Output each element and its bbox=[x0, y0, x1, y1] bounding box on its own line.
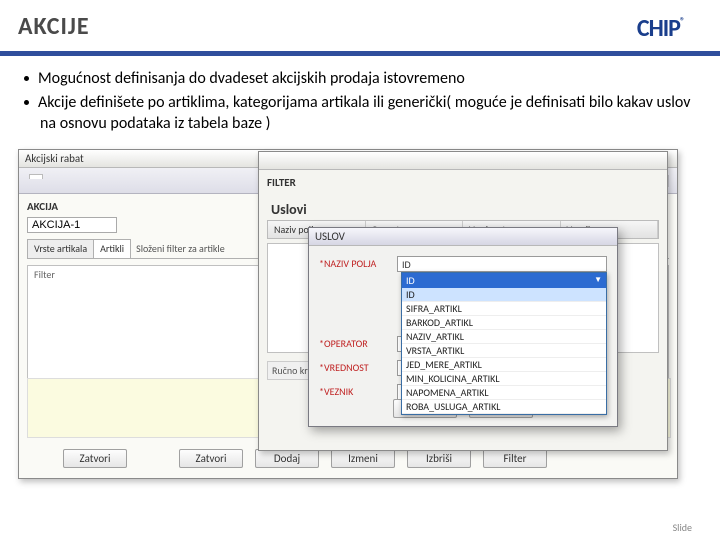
chevron-down-icon: ▼ bbox=[594, 275, 602, 285]
izbrisi-button[interactable]: Izbriši bbox=[407, 449, 471, 468]
zatvori-button[interactable]: Zatvori bbox=[63, 449, 127, 468]
titlebar[interactable] bbox=[259, 152, 667, 170]
zatvori-button-2[interactable]: Zatvori bbox=[179, 449, 243, 468]
titlebar[interactable]: USLOV bbox=[309, 228, 617, 246]
label-operator: *OPERATOR bbox=[319, 337, 391, 350]
tab-vrste-artikala[interactable]: Vrste artikala bbox=[27, 239, 94, 258]
dropdown-item[interactable]: NAPOMENA_ARTIKL bbox=[402, 386, 606, 400]
bullet-item: Akcije definišete po artiklima, kategori… bbox=[40, 92, 692, 135]
bullet-item: Mogućnost definisanja do dvadeset akcijs… bbox=[40, 68, 692, 90]
dropdown-item[interactable]: JED_MERE_ARTIKL bbox=[402, 358, 606, 372]
bullet-list: Mogućnost definisanja do dvadeset akcijs… bbox=[0, 56, 720, 145]
dropdown-item[interactable]: MIN_KOLICINA_ARTIKL bbox=[402, 372, 606, 386]
dropdown-selected[interactable]: ID ▼ bbox=[402, 273, 606, 288]
slide-title: AKCIJE bbox=[18, 12, 702, 41]
filter-button[interactable]: Filter bbox=[483, 449, 547, 468]
window-uslov: USLOV *NAZIV POLJA ID *OPERATOR *VREDNOS… bbox=[308, 227, 618, 427]
dropdown-item[interactable]: ID bbox=[402, 288, 606, 302]
dropdown-item[interactable]: ROBA_USLUGA_ARTIKL bbox=[402, 400, 606, 414]
dropdown-item[interactable]: VRSTA_ARTIKL bbox=[402, 344, 606, 358]
naziv-polja-field[interactable]: ID bbox=[397, 256, 607, 272]
label-veznik: *VEZNIK bbox=[319, 385, 391, 398]
dropdown-item[interactable]: NAZIV_ARTIKL bbox=[402, 330, 606, 344]
panel-label-filter: FILTER bbox=[267, 176, 659, 193]
akcija-input[interactable] bbox=[27, 217, 117, 233]
tab-hint: Složeni filter za artikle bbox=[130, 239, 231, 258]
dodaj-button[interactable]: Dodaj bbox=[255, 449, 319, 468]
screenshot-area: Akcijski rabat AKCIJA Vrste artikala Art… bbox=[18, 149, 702, 489]
footer-note: Slide bbox=[673, 521, 692, 534]
dropdown-item[interactable]: SIFRA_ARTIKL bbox=[402, 302, 606, 316]
naziv-polja-dropdown[interactable]: ID ▼ ID SIFRA_ARTIKL BARKOD_ARTIKL NAZIV… bbox=[401, 272, 607, 415]
tab-artikli[interactable]: Artikli bbox=[93, 239, 131, 258]
dropdown-item[interactable]: BARKOD_ARTIKL bbox=[402, 316, 606, 330]
strip-tab[interactable] bbox=[29, 174, 43, 179]
label-naziv-polja: *NAZIV POLJA bbox=[319, 257, 391, 270]
label-vrednost: *VREDNOST bbox=[319, 361, 391, 374]
izmeni-button[interactable]: Izmeni bbox=[331, 449, 395, 468]
uslovi-heading: Uslovi bbox=[267, 193, 659, 220]
logo: CHIP® bbox=[637, 14, 684, 43]
